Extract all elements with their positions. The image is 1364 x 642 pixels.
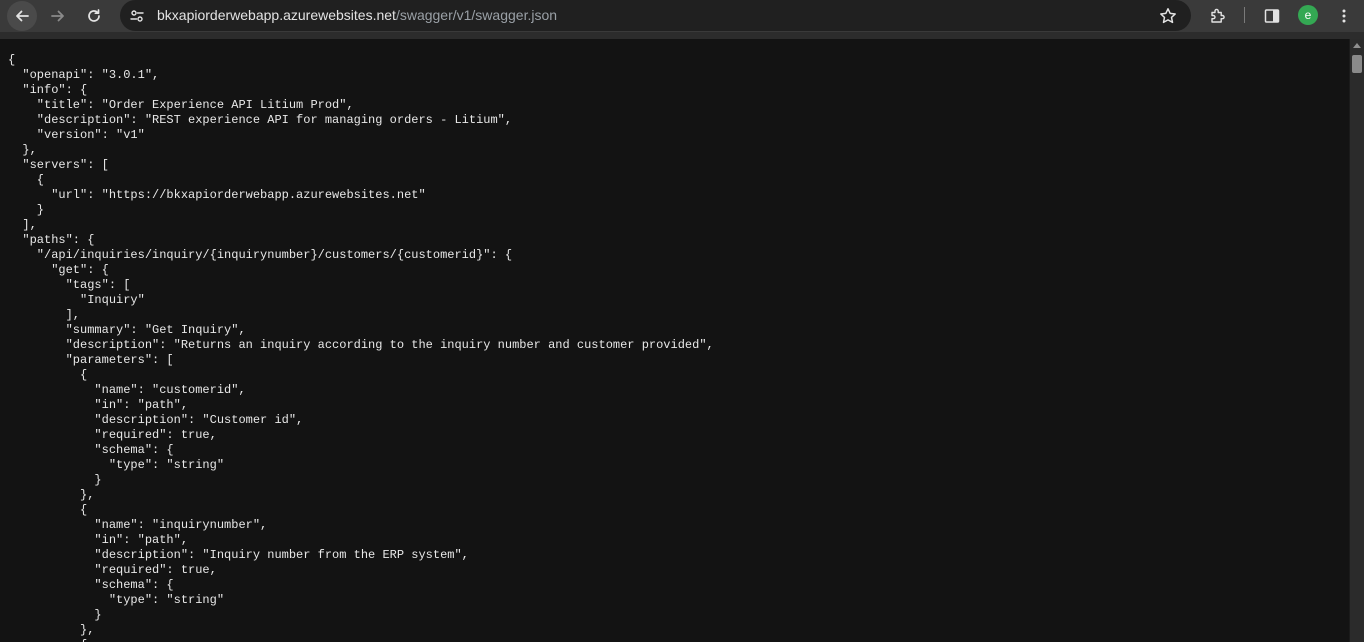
kebab-menu-icon bbox=[1342, 9, 1346, 23]
side-panel-button[interactable] bbox=[1257, 1, 1287, 31]
tune-icon bbox=[130, 9, 144, 22]
star-icon bbox=[1160, 8, 1176, 24]
arrow-left-icon bbox=[16, 10, 29, 22]
back-button[interactable] bbox=[7, 1, 37, 31]
reload-button[interactable] bbox=[79, 1, 109, 31]
arrow-right-icon bbox=[51, 10, 64, 22]
side-panel-icon bbox=[1264, 9, 1280, 23]
vertical-scrollbar[interactable] bbox=[1349, 39, 1364, 642]
puzzle-icon bbox=[1211, 8, 1225, 23]
toolbar-divider bbox=[1244, 7, 1245, 23]
scroll-thumb[interactable] bbox=[1352, 55, 1362, 73]
browser-menu-button[interactable] bbox=[1329, 1, 1359, 31]
site-info-button[interactable] bbox=[124, 0, 150, 31]
bookmark-button[interactable] bbox=[1153, 1, 1183, 31]
forward-button[interactable] bbox=[43, 1, 73, 31]
browser-toolbar: bkxapiorderwebapp.azurewebsites.net/swag… bbox=[0, 0, 1364, 32]
toolbar-bottom-border bbox=[0, 32, 1364, 39]
url-path: /swagger/v1/swagger.json bbox=[395, 7, 558, 23]
address-url[interactable]: bkxapiorderwebapp.azurewebsites.net/swag… bbox=[157, 7, 557, 24]
json-viewer: { "openapi": "3.0.1", "info": { "title":… bbox=[0, 39, 1349, 642]
extensions-button[interactable] bbox=[1203, 1, 1233, 31]
reload-icon bbox=[88, 9, 100, 22]
profile-avatar[interactable]: e bbox=[1298, 5, 1318, 25]
scroll-up-arrow-icon[interactable] bbox=[1353, 43, 1361, 48]
json-document: { "openapi": "3.0.1", "info": { "title":… bbox=[8, 53, 714, 642]
url-host: bkxapiorderwebapp.azurewebsites.net bbox=[157, 7, 396, 23]
